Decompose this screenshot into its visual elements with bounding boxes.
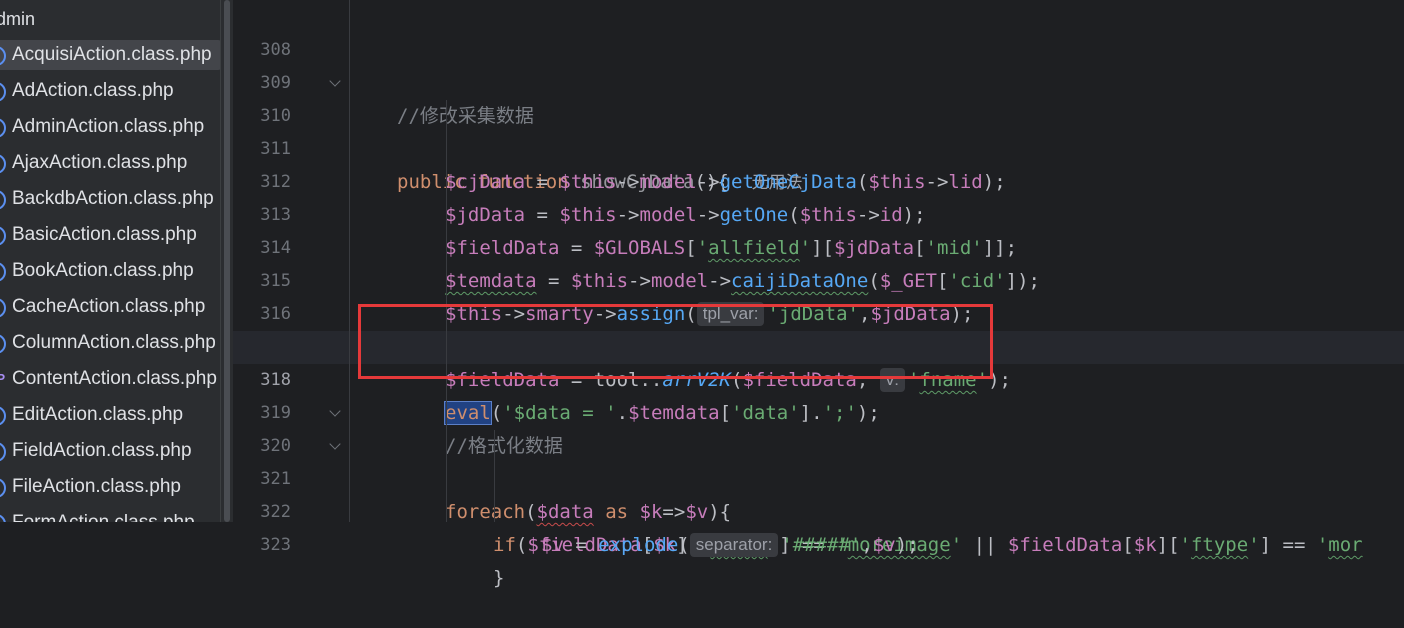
code-editor[interactable]: 308 309 //修改采集数据 310 public function sho… xyxy=(233,0,1404,589)
php-file-icon: P xyxy=(0,369,8,389)
project-tree: dmin AcquisiAction.class.php AdAction.cla… xyxy=(0,0,220,522)
code-text: } xyxy=(493,567,505,589)
fold-chevron-icon[interactable] xyxy=(329,75,341,87)
tree-file-label: BackdbAction.class.php xyxy=(12,188,214,209)
php-class-icon xyxy=(0,333,8,353)
tree-file-item[interactable]: FileAction.class.php xyxy=(0,472,220,502)
tree-scroll-thumb[interactable] xyxy=(224,0,230,522)
tree-file-item[interactable]: EditAction.class.php xyxy=(0,400,220,430)
code-line[interactable]: 313 $fieldData = $GLOBALS['allfield'][$j… xyxy=(233,166,1404,259)
php-class-icon xyxy=(0,81,8,101)
php-class-icon xyxy=(0,477,8,497)
tree-file-item[interactable]: CacheAction.class.php xyxy=(0,292,220,322)
tree-file-item[interactable]: AdminAction.class.php xyxy=(0,112,220,142)
tree-folder-admin[interactable]: dmin xyxy=(0,6,35,32)
tree-file-item[interactable]: BackdbAction.class.php xyxy=(0,184,220,214)
fold-chevron-icon[interactable] xyxy=(329,438,341,450)
tree-file-label: AjaxAction.class.php xyxy=(12,152,188,173)
code-line[interactable]: 308 xyxy=(233,1,1404,60)
tree-file-item[interactable]: FormAction.class.php xyxy=(0,508,220,522)
php-class-icon xyxy=(0,441,8,461)
tree-file-label: FileAction.class.php xyxy=(12,476,181,497)
tree-file-label: FormAction.class.php xyxy=(12,512,195,522)
code-line[interactable]: 312 $jdData = $this->model->getOne($this… xyxy=(233,133,1404,226)
tree-scrollbar[interactable] xyxy=(220,0,233,522)
php-class-icon xyxy=(0,117,8,137)
tree-file-item[interactable]: BasicAction.class.php xyxy=(0,220,220,250)
tree-file-item[interactable]: FieldAction.class.php xyxy=(0,436,220,466)
indent-guide xyxy=(349,0,350,522)
php-class-icon xyxy=(0,153,8,173)
tree-file-label: ColumnAction.class.php xyxy=(12,332,216,353)
tree-file-label: CacheAction.class.php xyxy=(12,296,206,317)
tree-file-item[interactable]: AcquisiAction.class.php xyxy=(0,40,220,70)
code-line[interactable]: 309 //修改采集数据 xyxy=(233,34,1404,127)
param-hint: separator: xyxy=(689,533,779,557)
tree-file-item[interactable]: ColumnAction.class.php xyxy=(0,328,220,358)
code-line[interactable]: 321 if($fieldData[$k]['ftype'] == 'morei… xyxy=(233,430,1404,556)
tree-file-label: FieldAction.class.php xyxy=(12,440,192,461)
php-class-icon xyxy=(0,225,8,245)
php-class-icon xyxy=(0,513,8,522)
code-line[interactable]: 311 $cjData = $this->model->getOneCjData… xyxy=(233,100,1404,193)
php-class-icon xyxy=(0,405,8,425)
tree-file-label: ContentAction.class.php xyxy=(12,368,217,389)
code-text: $v = explode(separator: '#####',$v); xyxy=(541,533,919,557)
line-number: 323 xyxy=(260,535,291,555)
tree-file-item[interactable]: AjaxAction.class.php xyxy=(0,148,220,178)
php-class-icon xyxy=(0,297,8,317)
tree-file-label: EditAction.class.php xyxy=(12,404,184,425)
tree-file-label: BasicAction.class.php xyxy=(12,224,197,245)
tree-file-label: AdminAction.class.php xyxy=(12,116,205,137)
tree-file-item[interactable]: BookAction.class.php xyxy=(0,256,220,286)
annotation-highlight-box xyxy=(358,304,993,379)
tree-file-item[interactable]: AdAction.class.php xyxy=(0,76,220,106)
tree-file-label: AdAction.class.php xyxy=(12,80,174,101)
code-line[interactable]: 310 public function showCjData(){ 无用法 xyxy=(233,67,1404,193)
indent-guide xyxy=(494,430,495,522)
php-class-icon xyxy=(0,189,8,209)
code-line[interactable]: 314 $temdata = $this->model->caijiDataOn… xyxy=(233,199,1404,292)
code-line[interactable]: 323 } xyxy=(233,496,1404,589)
tree-file-item[interactable]: PContentAction.class.php xyxy=(0,364,220,394)
code-line[interactable]: 316 $this->smarty->assign(tpl_var:'cjDat… xyxy=(233,265,1404,359)
fold-chevron-icon[interactable] xyxy=(329,405,341,417)
tree-file-label: AcquisiAction.class.php xyxy=(12,44,212,65)
tree-file-label: BookAction.class.php xyxy=(12,260,194,281)
code-line[interactable]: 322 $v = explode(separator: '#####',$v); xyxy=(233,463,1404,557)
php-class-icon xyxy=(0,261,8,281)
code-line[interactable]: 315 $this->smarty->assign(tpl_var:'jdDat… xyxy=(233,232,1404,326)
php-class-icon xyxy=(0,45,8,65)
code-line[interactable]: 320 foreach($data as $k=>$v){ xyxy=(233,397,1404,523)
